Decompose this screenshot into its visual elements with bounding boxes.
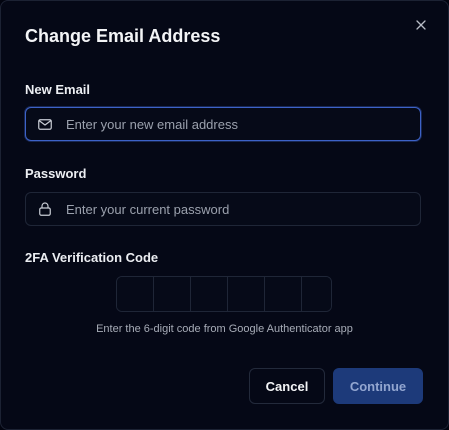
new-email-field[interactable] [25,107,421,141]
close-icon [416,20,426,30]
otp-digit-6[interactable] [302,277,331,311]
password-field[interactable] [25,192,421,226]
lock-icon [38,202,52,216]
new-email-input[interactable] [66,116,420,132]
otp-digit-5[interactable] [265,277,302,311]
otp-digit-3[interactable] [191,277,228,311]
new-email-label: New Email [25,82,91,97]
mail-icon [38,117,52,131]
twofa-hint: Enter the 6-digit code from Google Authe… [96,323,353,335]
twofa-label: 2FA Verification Code [25,250,159,265]
otp-digit-4[interactable] [228,277,265,311]
dialog-title: Change Email Address [25,26,221,46]
close-button[interactable] [412,16,430,34]
change-email-dialog: Change Email Address New Email Password … [0,0,449,430]
otp-digit-1[interactable] [117,277,154,311]
password-label: Password [25,166,87,181]
continue-button[interactable]: Continue [333,368,423,404]
otp-digit-2[interactable] [154,277,191,311]
password-input[interactable] [66,201,420,217]
cancel-button[interactable]: Cancel [249,368,325,404]
twofa-code-input [116,276,332,312]
